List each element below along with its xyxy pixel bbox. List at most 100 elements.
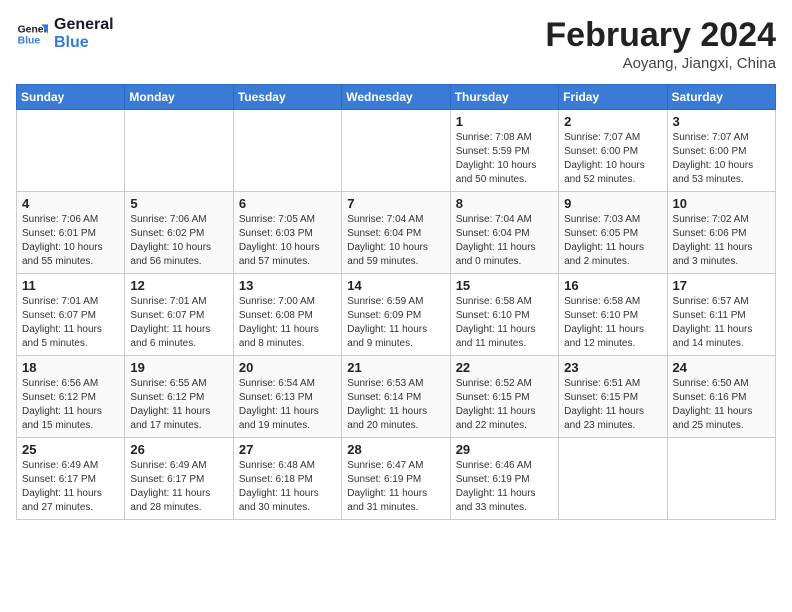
day-info: Sunrise: 7:03 AM Sunset: 6:05 PM Dayligh… — [564, 213, 661, 269]
calendar-cell: 6 Sunrise: 7:05 AM Sunset: 6:03 PM Daylig… — [233, 192, 341, 274]
weekday-header: Thursday — [450, 85, 558, 110]
calendar-cell: 4 Sunrise: 7:06 AM Sunset: 6:01 PM Daylig… — [17, 192, 125, 274]
calendar-cell: 28 Sunrise: 6:47 AM Sunset: 6:19 PM Dayli… — [342, 438, 450, 520]
calendar-cell — [125, 110, 233, 192]
day-info: Sunrise: 6:49 AM Sunset: 6:17 PM Dayligh… — [22, 459, 119, 515]
day-number: 19 — [130, 360, 227, 375]
day-info: Sunrise: 7:01 AM Sunset: 6:07 PM Dayligh… — [130, 295, 227, 351]
day-info: Sunrise: 7:07 AM Sunset: 6:00 PM Dayligh… — [673, 131, 770, 187]
calendar-cell: 14 Sunrise: 6:59 AM Sunset: 6:09 PM Dayli… — [342, 274, 450, 356]
day-info: Sunrise: 7:00 AM Sunset: 6:08 PM Dayligh… — [239, 295, 336, 351]
day-info: Sunrise: 6:46 AM Sunset: 6:19 PM Dayligh… — [456, 459, 553, 515]
day-info: Sunrise: 7:08 AM Sunset: 5:59 PM Dayligh… — [456, 131, 553, 187]
calendar-cell — [17, 110, 125, 192]
weekday-header: Sunday — [17, 85, 125, 110]
calendar-cell — [667, 438, 775, 520]
day-number: 9 — [564, 196, 661, 211]
day-info: Sunrise: 6:50 AM Sunset: 6:16 PM Dayligh… — [673, 377, 770, 433]
day-number: 14 — [347, 278, 444, 293]
day-number: 13 — [239, 278, 336, 293]
calendar-cell: 10 Sunrise: 7:02 AM Sunset: 6:06 PM Dayli… — [667, 192, 775, 274]
day-number: 22 — [456, 360, 553, 375]
calendar-table: SundayMondayTuesdayWednesdayThursdayFrid… — [16, 84, 776, 520]
page-header: General Blue General Blue February 2024 … — [16, 16, 776, 72]
day-number: 8 — [456, 196, 553, 211]
calendar-cell: 11 Sunrise: 7:01 AM Sunset: 6:07 PM Dayli… — [17, 274, 125, 356]
day-number: 23 — [564, 360, 661, 375]
day-number: 7 — [347, 196, 444, 211]
logo: General Blue General Blue — [16, 16, 114, 51]
day-number: 17 — [673, 278, 770, 293]
day-number: 5 — [130, 196, 227, 211]
day-number: 26 — [130, 442, 227, 457]
day-info: Sunrise: 7:06 AM Sunset: 6:01 PM Dayligh… — [22, 213, 119, 269]
day-number: 3 — [673, 114, 770, 129]
day-info: Sunrise: 7:07 AM Sunset: 6:00 PM Dayligh… — [564, 131, 661, 187]
day-number: 25 — [22, 442, 119, 457]
month-title: February 2024 — [545, 16, 776, 55]
day-info: Sunrise: 6:58 AM Sunset: 6:10 PM Dayligh… — [564, 295, 661, 351]
calendar-cell: 13 Sunrise: 7:00 AM Sunset: 6:08 PM Dayli… — [233, 274, 341, 356]
calendar-cell: 1Sunrise: 7:08 AM Sunset: 5:59 PM Daylig… — [450, 110, 558, 192]
day-number: 11 — [22, 278, 119, 293]
day-number: 29 — [456, 442, 553, 457]
calendar-cell: 19 Sunrise: 6:55 AM Sunset: 6:12 PM Dayli… — [125, 356, 233, 438]
calendar-cell: 22 Sunrise: 6:52 AM Sunset: 6:15 PM Dayli… — [450, 356, 558, 438]
logo-line2: Blue — [54, 34, 114, 52]
calendar-cell: 8 Sunrise: 7:04 AM Sunset: 6:04 PM Daylig… — [450, 192, 558, 274]
calendar-cell: 21 Sunrise: 6:53 AM Sunset: 6:14 PM Dayli… — [342, 356, 450, 438]
calendar-cell: 24 Sunrise: 6:50 AM Sunset: 6:16 PM Dayli… — [667, 356, 775, 438]
day-info: Sunrise: 6:56 AM Sunset: 6:12 PM Dayligh… — [22, 377, 119, 433]
calendar-cell: 16 Sunrise: 6:58 AM Sunset: 6:10 PM Dayli… — [559, 274, 667, 356]
day-info: Sunrise: 7:04 AM Sunset: 6:04 PM Dayligh… — [456, 213, 553, 269]
day-info: Sunrise: 6:53 AM Sunset: 6:14 PM Dayligh… — [347, 377, 444, 433]
day-info: Sunrise: 7:04 AM Sunset: 6:04 PM Dayligh… — [347, 213, 444, 269]
day-info: Sunrise: 6:52 AM Sunset: 6:15 PM Dayligh… — [456, 377, 553, 433]
day-info: Sunrise: 7:05 AM Sunset: 6:03 PM Dayligh… — [239, 213, 336, 269]
weekday-header: Wednesday — [342, 85, 450, 110]
logo-icon: General Blue — [16, 18, 48, 50]
day-number: 21 — [347, 360, 444, 375]
svg-text:Blue: Blue — [18, 35, 41, 46]
calendar-cell: 20 Sunrise: 6:54 AM Sunset: 6:13 PM Dayli… — [233, 356, 341, 438]
day-number: 6 — [239, 196, 336, 211]
calendar-cell: 27Sunrise: 6:48 AM Sunset: 6:18 PM Dayli… — [233, 438, 341, 520]
calendar-cell: 9 Sunrise: 7:03 AM Sunset: 6:05 PM Daylig… — [559, 192, 667, 274]
day-number: 20 — [239, 360, 336, 375]
day-info: Sunrise: 6:54 AM Sunset: 6:13 PM Dayligh… — [239, 377, 336, 433]
day-info: Sunrise: 6:49 AM Sunset: 6:17 PM Dayligh… — [130, 459, 227, 515]
calendar-cell: 15Sunrise: 6:58 AM Sunset: 6:10 PM Dayli… — [450, 274, 558, 356]
weekday-header: Tuesday — [233, 85, 341, 110]
calendar-cell: 2 Sunrise: 7:07 AM Sunset: 6:00 PM Daylig… — [559, 110, 667, 192]
day-info: Sunrise: 6:59 AM Sunset: 6:09 PM Dayligh… — [347, 295, 444, 351]
calendar-cell: 3 Sunrise: 7:07 AM Sunset: 6:00 PM Daylig… — [667, 110, 775, 192]
calendar-week-row: 4 Sunrise: 7:06 AM Sunset: 6:01 PM Daylig… — [17, 192, 776, 274]
day-info: Sunrise: 6:55 AM Sunset: 6:12 PM Dayligh… — [130, 377, 227, 433]
day-number: 16 — [564, 278, 661, 293]
day-number: 4 — [22, 196, 119, 211]
calendar-week-row: 25 Sunrise: 6:49 AM Sunset: 6:17 PM Dayli… — [17, 438, 776, 520]
calendar-cell: 12 Sunrise: 7:01 AM Sunset: 6:07 PM Dayli… — [125, 274, 233, 356]
day-number: 2 — [564, 114, 661, 129]
logo-line1: General — [54, 16, 114, 34]
day-number: 24 — [673, 360, 770, 375]
calendar-cell — [233, 110, 341, 192]
day-info: Sunrise: 6:51 AM Sunset: 6:15 PM Dayligh… — [564, 377, 661, 433]
calendar-cell: 23 Sunrise: 6:51 AM Sunset: 6:15 PM Dayli… — [559, 356, 667, 438]
location: Aoyang, Jiangxi, China — [545, 55, 776, 72]
calendar-cell — [342, 110, 450, 192]
calendar-cell: 5 Sunrise: 7:06 AM Sunset: 6:02 PM Daylig… — [125, 192, 233, 274]
day-info: Sunrise: 7:06 AM Sunset: 6:02 PM Dayligh… — [130, 213, 227, 269]
day-info: Sunrise: 6:48 AM Sunset: 6:18 PM Dayligh… — [239, 459, 336, 515]
weekday-header: Friday — [559, 85, 667, 110]
day-number: 10 — [673, 196, 770, 211]
day-number: 12 — [130, 278, 227, 293]
calendar-cell: 18Sunrise: 6:56 AM Sunset: 6:12 PM Dayli… — [17, 356, 125, 438]
day-info: Sunrise: 7:01 AM Sunset: 6:07 PM Dayligh… — [22, 295, 119, 351]
day-info: Sunrise: 6:47 AM Sunset: 6:19 PM Dayligh… — [347, 459, 444, 515]
calendar-week-row: 11 Sunrise: 7:01 AM Sunset: 6:07 PM Dayli… — [17, 274, 776, 356]
day-info: Sunrise: 6:58 AM Sunset: 6:10 PM Dayligh… — [456, 295, 553, 351]
day-info: Sunrise: 7:02 AM Sunset: 6:06 PM Dayligh… — [673, 213, 770, 269]
day-number: 28 — [347, 442, 444, 457]
day-info: Sunrise: 6:57 AM Sunset: 6:11 PM Dayligh… — [673, 295, 770, 351]
